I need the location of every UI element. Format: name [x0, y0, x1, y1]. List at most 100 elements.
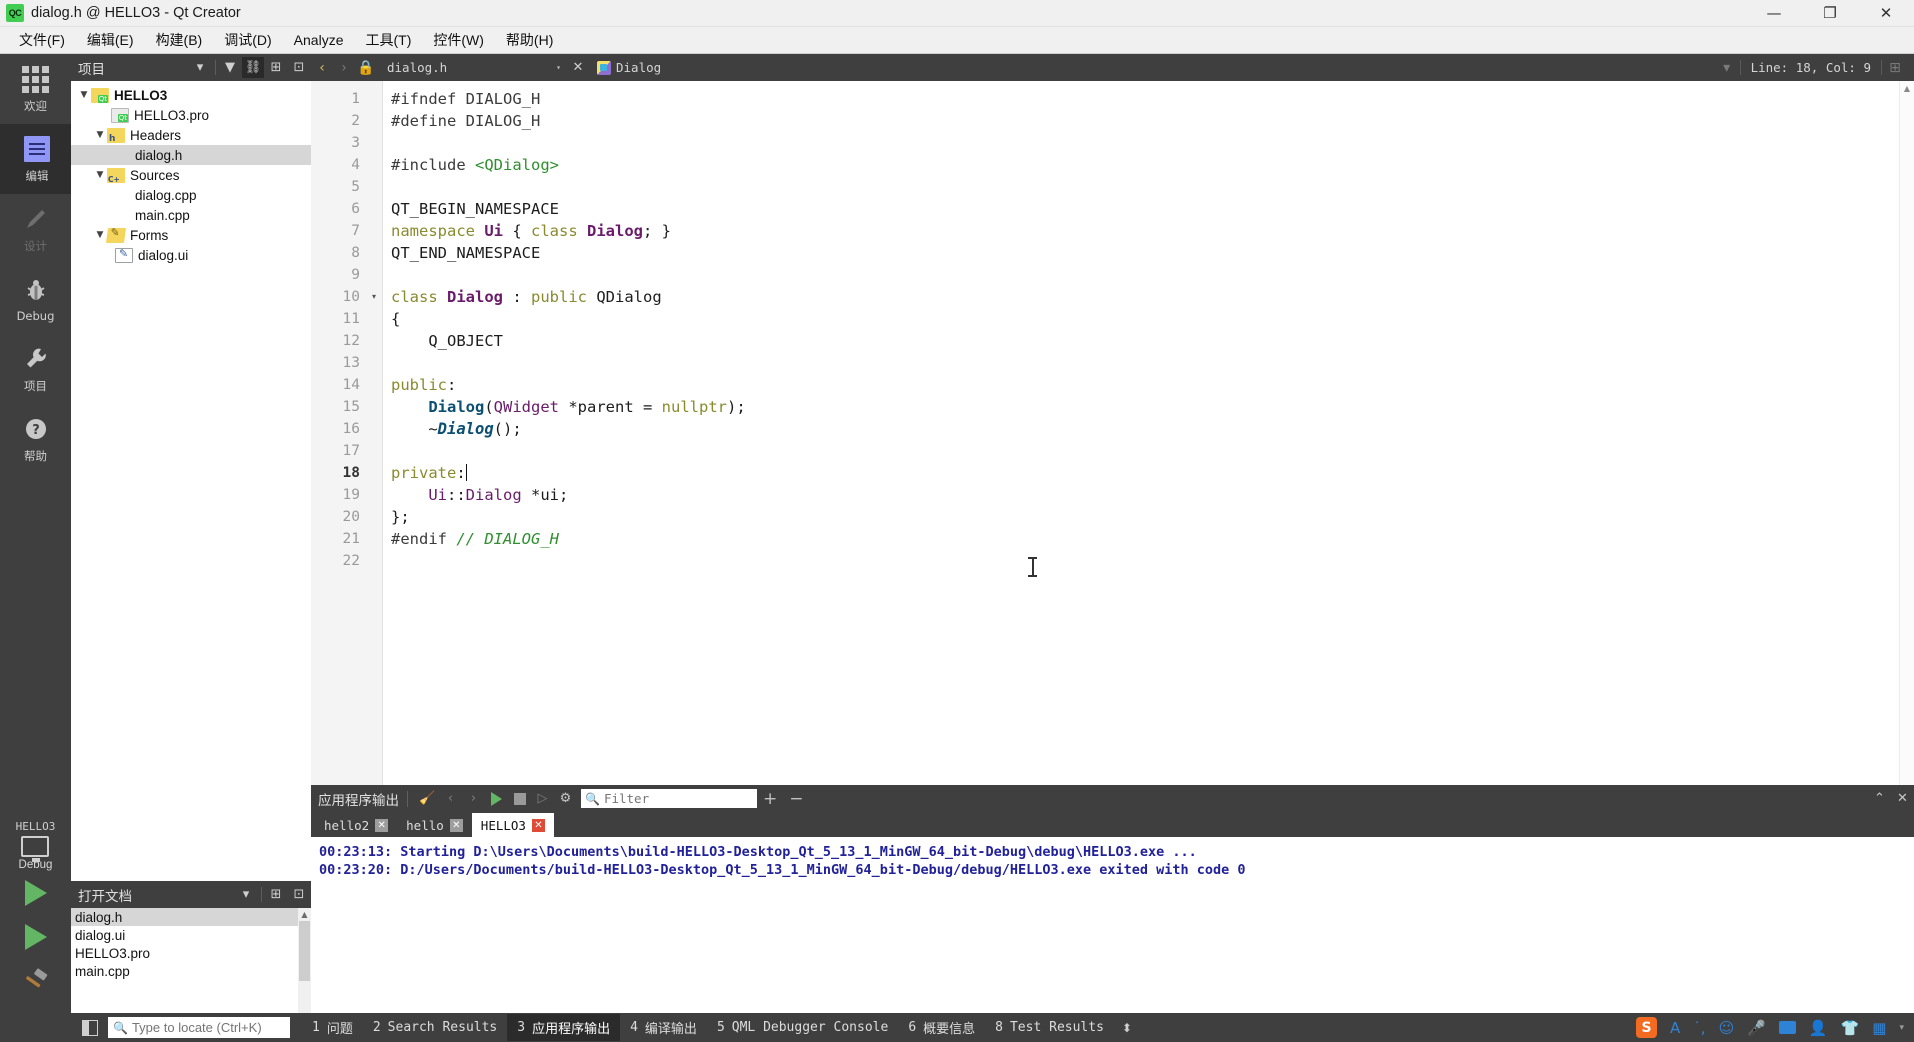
status-tab-compile-output[interactable]: 4 编译输出 — [620, 1014, 707, 1041]
open-doc-dialog-h[interactable]: dialog.h — [71, 908, 311, 926]
chevron-down-icon[interactable]: ▾ — [1899, 1022, 1904, 1033]
twisty-icon[interactable]: ▼ — [77, 90, 91, 100]
link-icon[interactable]: ⛓ — [242, 57, 264, 78]
twisty-icon[interactable]: ▼ — [93, 130, 107, 140]
punctuation-icon[interactable]: ˙, — [1693, 1019, 1705, 1037]
status-tab-qml-debugger-console[interactable]: 5 QML Debugger Console — [707, 1016, 898, 1039]
editor-scrollbar[interactable]: ▲ — [1899, 81, 1914, 785]
symbol-combo[interactable]: Dialog — [589, 60, 661, 75]
tree-item-hello3-pro[interactable]: HELLO3.pro — [71, 105, 311, 125]
mode-debug[interactable]: Debug — [0, 264, 71, 334]
output-tab-hello3[interactable]: HELLO3 ✕ — [471, 813, 554, 837]
open-documents-scrollbar[interactable]: ▲ — [298, 908, 311, 1013]
tree-item-hello3[interactable]: ▼ HELLO3 — [71, 85, 311, 105]
prev-icon[interactable]: ‹ — [439, 788, 462, 810]
tree-item-dialog-cpp[interactable]: dialog.cpp — [71, 185, 311, 205]
menu-widgets[interactable]: 控件(W) — [422, 26, 495, 54]
collapse-icon[interactable]: ⊡ — [288, 884, 310, 905]
tree-item-forms[interactable]: ▼ Forms — [71, 225, 311, 245]
tree-item-main-cpp[interactable]: main.cpp — [71, 205, 311, 225]
split-icon[interactable]: ⊞ — [1884, 54, 1906, 81]
scrollbar-thumb[interactable] — [299, 921, 310, 981]
scroll-up-icon[interactable]: ▲ — [1900, 81, 1914, 96]
open-doc-hello3-pro[interactable]: HELLO3.pro — [71, 944, 311, 962]
sogou-icon[interactable]: S — [1636, 1017, 1658, 1038]
open-file-combo[interactable]: dialog.h ▾ — [377, 60, 567, 75]
keyboard-icon[interactable] — [1778, 1021, 1796, 1034]
line-col-indicator[interactable]: Line: 18, Col: 9 — [1739, 60, 1882, 75]
close-icon[interactable]: ✕ — [375, 818, 389, 832]
mode-edit[interactable]: 编辑 — [0, 124, 71, 194]
stop-icon[interactable] — [508, 788, 531, 810]
mode-projects[interactable]: 项目 — [0, 334, 71, 404]
open-doc-main-cpp[interactable]: main.cpp — [71, 962, 311, 980]
mode-help[interactable]: ? 帮助 — [0, 404, 71, 474]
status-tab-search-results[interactable]: 2 Search Results — [363, 1016, 507, 1039]
menu-build[interactable]: 构建(B) — [145, 26, 214, 54]
tree-item-sources[interactable]: ▼ Sources — [71, 165, 311, 185]
filter-icon[interactable]: ▼ — [219, 57, 241, 78]
next-icon[interactable]: › — [462, 788, 485, 810]
navigate-back-button[interactable]: ‹ — [311, 54, 333, 81]
close-icon[interactable]: ✕ — [1891, 788, 1914, 810]
project-tree[interactable]: ▼ HELLO3 HELLO3.pro ▼ Headers dialog.h — [71, 81, 311, 881]
zoom-in-button[interactable]: + — [757, 789, 783, 809]
lock-icon[interactable]: 🔒 — [355, 54, 377, 81]
close-document-button[interactable]: ✕ — [567, 60, 589, 75]
chevron-down-icon[interactable]: ▾ — [235, 884, 257, 905]
collapse-icon[interactable]: ⊡ — [288, 57, 310, 78]
apps-icon[interactable]: ▦ — [1872, 1019, 1886, 1037]
language-toggle-icon[interactable]: A — [1670, 1019, 1680, 1037]
chevron-down-icon[interactable]: ▾ — [1716, 54, 1738, 81]
close-icon[interactable]: ✕ — [531, 818, 545, 832]
filter-field[interactable]: 🔍 — [581, 789, 757, 808]
open-documents-list[interactable]: dialog.h dialog.ui HELLO3.pro main.cpp ▲ — [71, 908, 311, 1013]
locator-field[interactable]: 🔍 — [108, 1017, 290, 1038]
run-button[interactable] — [0, 871, 71, 915]
close-icon[interactable]: ✕ — [449, 818, 463, 832]
zoom-out-button[interactable]: − — [783, 789, 809, 809]
status-tab-issues[interactable]: 1 问题 — [302, 1014, 363, 1041]
open-doc-dialog-ui[interactable]: dialog.ui — [71, 926, 311, 944]
fold-marker-icon[interactable]: ▾ — [372, 286, 376, 308]
output-text-area[interactable]: 00:23:13: Starting D:\Users\Documents\bu… — [311, 837, 1914, 1013]
split-icon[interactable]: ⊞ — [265, 57, 287, 78]
minimize-button[interactable]: — — [1746, 0, 1802, 27]
kit-selector[interactable]: Debug — [19, 836, 52, 871]
status-tab-general-messages[interactable]: 6 概要信息 — [898, 1014, 985, 1041]
user-icon[interactable]: 👤 — [1809, 1019, 1828, 1037]
mode-welcome[interactable]: 欢迎 — [0, 54, 71, 124]
close-button[interactable]: ✕ — [1858, 0, 1914, 27]
toggle-sidebar-button[interactable] — [76, 1019, 104, 1036]
split-icon[interactable]: ⊞ — [265, 884, 287, 905]
maximize-button[interactable]: ❐ — [1802, 0, 1858, 27]
gear-icon[interactable]: ⚙ — [554, 788, 577, 810]
locator-input[interactable] — [131, 1020, 282, 1035]
twisty-icon[interactable]: ▼ — [93, 230, 107, 240]
run-icon[interactable] — [485, 788, 508, 810]
mode-design[interactable]: 设计 — [0, 194, 71, 264]
tree-item-headers[interactable]: ▼ Headers — [71, 125, 311, 145]
build-button[interactable] — [0, 959, 71, 1005]
output-tab-hello[interactable]: hello ✕ — [397, 813, 472, 837]
menu-edit[interactable]: 编辑(E) — [76, 26, 145, 54]
menu-analyze[interactable]: Analyze — [283, 28, 355, 52]
clear-icon[interactable]: 🧹 — [416, 788, 439, 810]
scroll-up-icon[interactable]: ▲ — [298, 908, 311, 921]
debug-button[interactable] — [0, 915, 71, 959]
code-text[interactable]: #ifndef DIALOG_H #define DIALOG_H #include… — [383, 81, 1914, 785]
tree-item-dialog-h[interactable]: dialog.h — [71, 145, 311, 165]
editor-area[interactable]: 1 2 3 4 5 6 7 8 9 10 ▾ 11 12 13 14 15 16… — [311, 81, 1914, 785]
emoji-icon[interactable]: ☺ — [1719, 1019, 1735, 1037]
microphone-icon[interactable]: 🎤 — [1747, 1019, 1766, 1037]
output-pane-resize-icon[interactable]: ⬍ — [1114, 1021, 1140, 1035]
status-tab-test-results[interactable]: 8 Test Results — [985, 1016, 1114, 1039]
filter-input[interactable] — [603, 791, 744, 806]
attach-icon[interactable]: ▷ — [531, 788, 554, 810]
menu-file[interactable]: 文件(F) — [8, 26, 76, 54]
skin-icon[interactable]: 👕 — [1841, 1019, 1860, 1037]
twisty-icon[interactable]: ▼ — [93, 170, 107, 180]
chevron-up-icon[interactable]: ⌃ — [1868, 788, 1891, 810]
menu-help[interactable]: 帮助(H) — [495, 26, 564, 54]
menu-debug[interactable]: 调试(D) — [213, 26, 282, 54]
